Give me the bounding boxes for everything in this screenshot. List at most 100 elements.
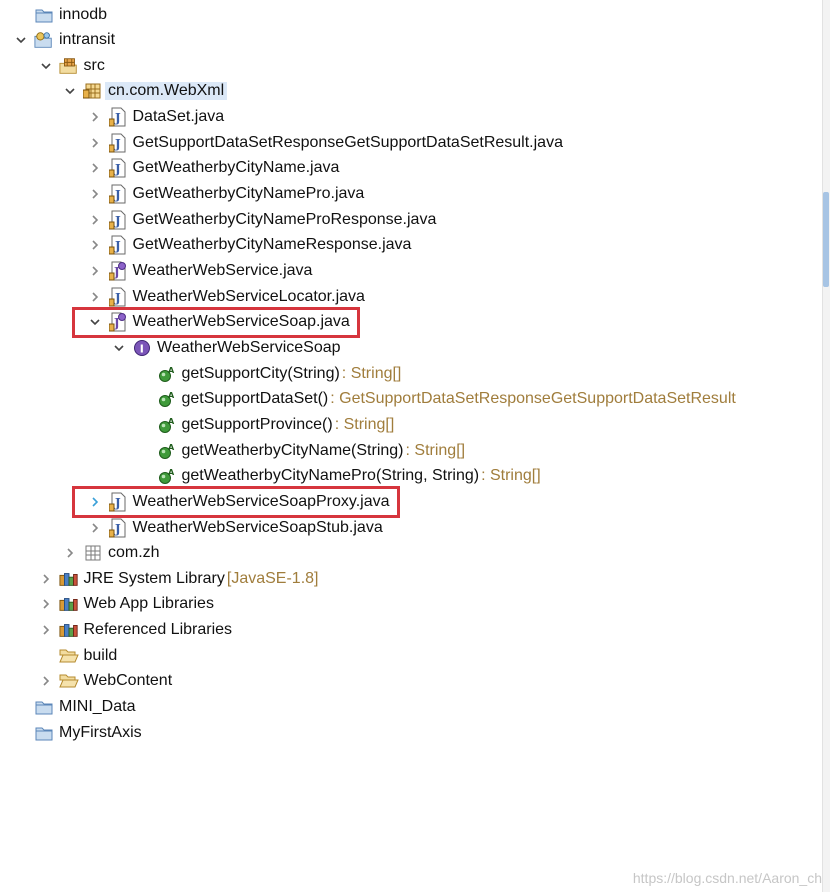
tree-item-label: getWeatherbyCityNamePro(String, String): [181, 467, 480, 485]
tree-item-weatherwebservice-java[interactable]: J WeatherWebService.java: [86, 259, 313, 284]
tree-item-intransit[interactable]: intransit: [12, 28, 115, 53]
tree-item-label: cn.com.WebXml: [105, 82, 228, 101]
tree-item-label: WeatherWebServiceSoapStub.java: [132, 518, 383, 536]
tree-item-build[interactable]: build: [37, 643, 117, 668]
highlight-box: [71, 306, 360, 339]
chevron-right-icon[interactable]: [86, 159, 104, 177]
chevron-right-icon[interactable]: [37, 672, 55, 690]
abstract-method-icon: A: [157, 415, 177, 435]
tree-item-label: WeatherWebServiceLocator.java: [132, 287, 365, 305]
tree-item-decoration: : String[]: [341, 364, 402, 382]
tree-item-label: DataSet.java: [132, 108, 225, 126]
vertical-scrollbar[interactable]: [822, 0, 830, 892]
java-interface-file-icon: J: [108, 261, 128, 281]
chevron-right-icon[interactable]: [61, 544, 79, 562]
tree-item-src[interactable]: src: [37, 53, 105, 78]
abstract-method-icon: A: [157, 364, 177, 384]
tree-item-web-app-libraries[interactable]: Web App Libraries: [37, 592, 214, 617]
chevron-down-icon[interactable]: [61, 82, 79, 100]
open-folder-icon: [58, 646, 79, 666]
chevron-right-icon[interactable]: [86, 519, 104, 537]
chevron-right-icon[interactable]: [86, 185, 104, 203]
tree-item-label: WeatherWebServiceSoap: [157, 338, 341, 356]
tree-item-weatherwebservicelocator-java[interactable]: J WeatherWebServiceLocator.java: [86, 284, 365, 309]
java-file-icon: J: [108, 184, 128, 204]
folder-icon: [34, 5, 54, 25]
tree-item-getweatherbycitynameresponse-java[interactable]: J GetWeatherbyCityNameResponse.java: [86, 233, 412, 258]
chevron-down-icon[interactable]: [110, 339, 128, 357]
tree-item-label: WeatherWebService.java: [132, 262, 313, 279]
chevron-right-icon[interactable]: [86, 211, 104, 229]
tree-item-webcontent[interactable]: WebContent: [37, 669, 173, 694]
chevron-right-icon[interactable]: [86, 288, 104, 306]
java-file-icon: J: [108, 107, 128, 127]
chevron-right-icon[interactable]: [86, 108, 104, 126]
tree-item-getsupportcity-string[interactable]: AgetSupportCity(String): String[]: [135, 361, 402, 386]
folder-icon: [34, 723, 54, 743]
tree-item-decoration: : String[]: [334, 415, 395, 433]
tree-item-decoration: [JavaSE-1.8]: [226, 569, 319, 587]
tree-item-getweatherbycitynameproresponse-java[interactable]: J GetWeatherbyCityNameProResponse.java: [86, 207, 436, 232]
tree-item-weatherwebservicesoapstub-java[interactable]: J WeatherWebServiceSoapStub.java: [86, 515, 383, 540]
tree-item-label: getSupportCity(String): [181, 364, 340, 382]
chevron-right-icon[interactable]: [37, 621, 55, 639]
tree-item-dataset-java[interactable]: J DataSet.java: [86, 105, 225, 130]
chevron-down-icon[interactable]: [12, 31, 30, 49]
tree-item-label: GetWeatherbyCityNameResponse.java: [132, 236, 412, 254]
chevron-right-icon[interactable]: [86, 134, 104, 152]
chevron-right-icon[interactable]: [37, 570, 55, 588]
tree-item-mini-data[interactable]: MINI_Data: [12, 695, 135, 720]
empty-package-icon: [83, 543, 103, 563]
package-icon: [83, 81, 103, 101]
tree-item-referenced-libraries[interactable]: Referenced Libraries: [37, 618, 233, 643]
svg-text:J: J: [114, 522, 121, 536]
svg-text:A: A: [168, 443, 175, 452]
tree-item-label: Referenced Libraries: [83, 621, 233, 639]
tree-item-getweatherbycitynamepro-java[interactable]: J GetWeatherbyCityNamePro.java: [86, 182, 365, 207]
tree-item-cn-com-webxml[interactable]: cn.com.WebXml: [61, 79, 228, 104]
tree-item-weatherwebservicesoap[interactable]: I WeatherWebServiceSoap: [110, 335, 341, 360]
svg-text:J: J: [114, 239, 121, 253]
chevron-down-icon[interactable]: [37, 57, 55, 75]
tree-item-getweatherbycityname-java[interactable]: J GetWeatherbyCityName.java: [86, 156, 339, 181]
chevron-right-icon[interactable]: [86, 262, 104, 280]
svg-text:J: J: [114, 188, 121, 202]
svg-text:A: A: [168, 391, 175, 400]
interface-icon: I: [132, 338, 152, 358]
tree-item-myfirstaxis[interactable]: MyFirstAxis: [12, 720, 142, 745]
java-file-icon: J: [108, 158, 128, 178]
svg-text:J: J: [114, 111, 121, 125]
tree-item-label: GetSupportDataSetResponseGetSupportDataS…: [132, 133, 563, 151]
open-folder-icon: [58, 671, 79, 691]
tree-item-getweatherbycityname-string[interactable]: AgetWeatherbyCityName(String): String[]: [135, 438, 465, 463]
java-file-icon: J: [108, 287, 128, 307]
tree-item-innodb[interactable]: innodb: [12, 2, 107, 27]
project-icon: [34, 30, 54, 50]
tree-item-label: intransit: [59, 31, 116, 49]
svg-text:J: J: [114, 162, 121, 176]
folder-icon: [34, 697, 54, 717]
svg-text:A: A: [168, 417, 175, 426]
java-file-icon: J: [108, 210, 128, 230]
chevron-right-icon[interactable]: [86, 236, 104, 254]
tree-item-getsupportprovince[interactable]: AgetSupportProvince(): String[]: [135, 412, 395, 437]
chevron-right-icon[interactable]: [37, 595, 55, 613]
svg-text:J: J: [114, 137, 121, 151]
abstract-method-icon: A: [157, 466, 177, 486]
tree-item-decoration: : String[]: [481, 467, 541, 485]
scrollbar-thumb[interactable]: [823, 192, 829, 287]
tree-item-getsupportdataset[interactable]: AgetSupportDataSet(): GetSupportDataSetR…: [135, 387, 736, 412]
tree-item-jre-system-library[interactable]: JRE System Library [JavaSE-1.8]: [37, 566, 319, 591]
tree-item-getsupportdatasetresponsegetsupportdatasetresult-java[interactable]: J GetSupportDataSetResponseGetSupportData…: [86, 130, 563, 155]
tree-item-label: GetWeatherbyCityNamePro.java: [132, 185, 365, 203]
svg-text:A: A: [168, 366, 175, 375]
tree-item-label: JRE System Library: [83, 569, 225, 587]
tree-item-com-zh[interactable]: com.zh: [61, 541, 160, 566]
tree-item-label: WebContent: [83, 672, 173, 690]
highlight-box: [71, 486, 400, 518]
tree-item-getweatherbycitynamepro-string-string[interactable]: AgetWeatherbyCityNamePro(String, String)…: [135, 464, 541, 489]
